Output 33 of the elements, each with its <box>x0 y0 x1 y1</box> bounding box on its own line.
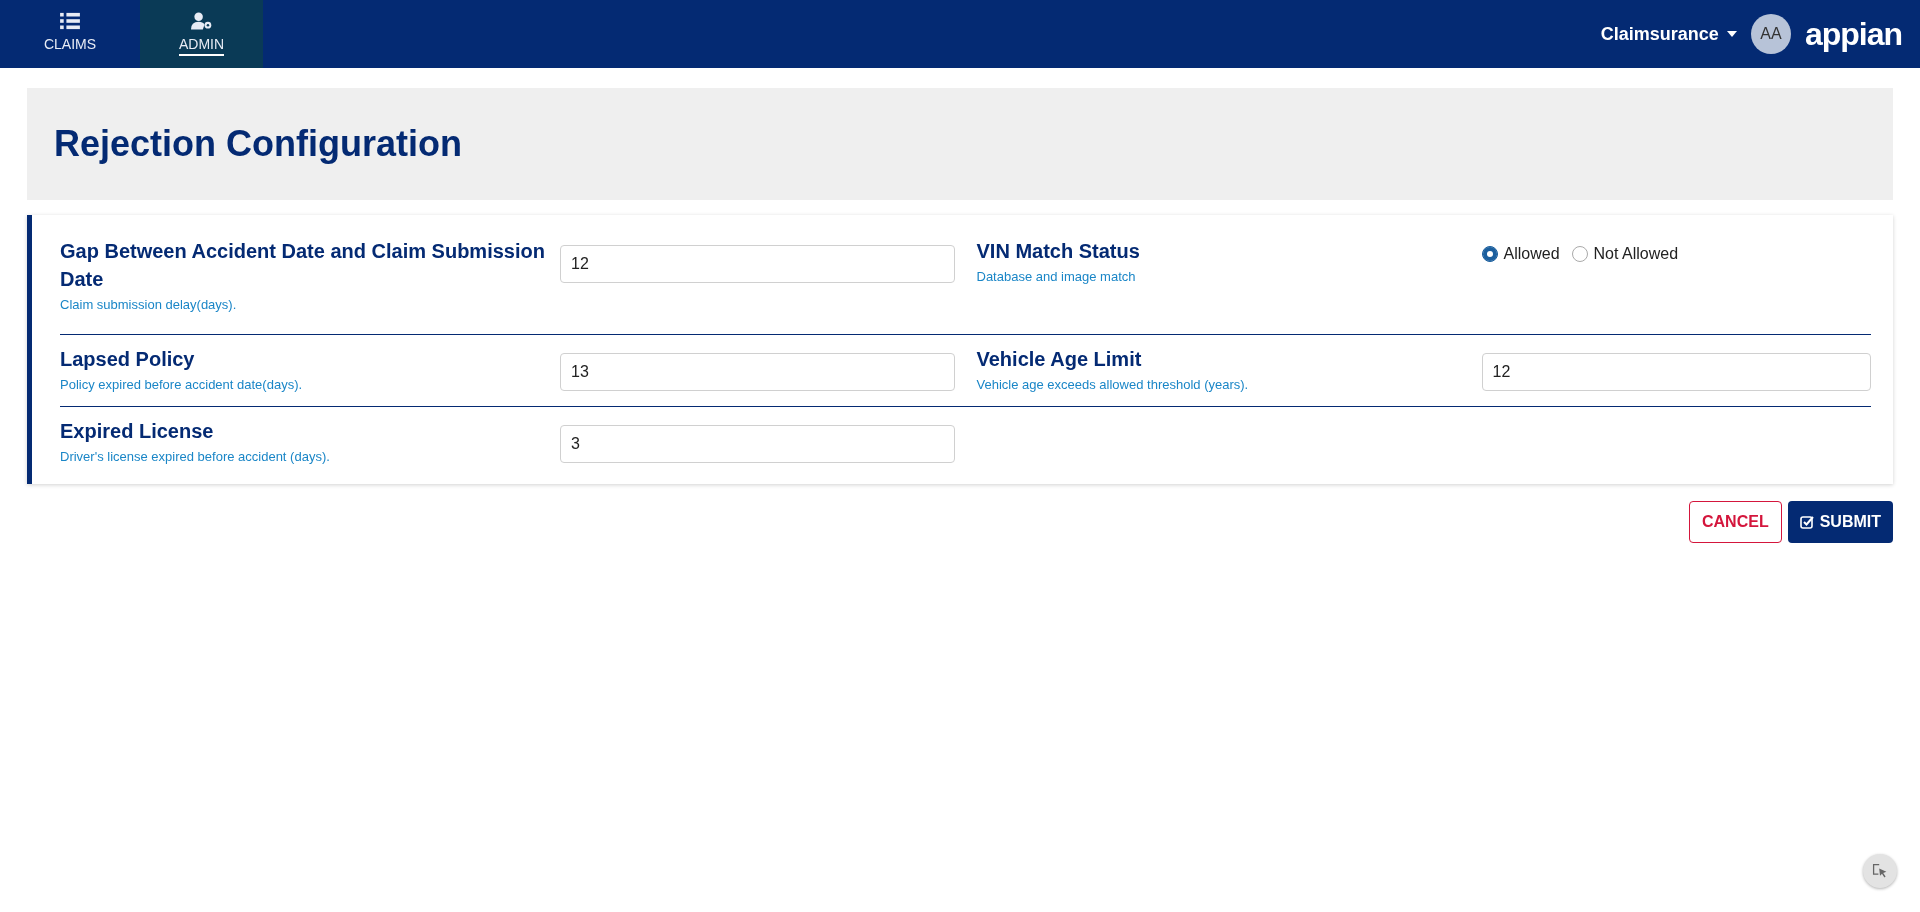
radio-label: Not Allowed <box>1593 245 1679 263</box>
number-input-field[interactable]: 3 <box>560 425 955 463</box>
nav-tab[interactable]: CLAIMS <box>0 0 140 68</box>
user-gear-icon <box>190 12 213 30</box>
logo: appian <box>1804 18 1902 50</box>
field-label: Vehicle Age Limit <box>976 347 1143 372</box>
field-hint: Claim submission delay(days). <box>60 297 238 312</box>
radio-option[interactable]: Not Allowed <box>1571 245 1679 263</box>
radio-option[interactable]: Allowed <box>1481 245 1560 263</box>
cursor-select-icon <box>1872 863 1888 879</box>
field-hint: Driver's license expired before accident (days). <box>60 449 331 464</box>
checkbox-icon <box>1799 515 1814 529</box>
radio-button[interactable] <box>1481 246 1498 262</box>
cancel-button[interactable]: CANCEL <box>1689 501 1782 543</box>
site-menu[interactable]: Claimsurance <box>1600 23 1737 45</box>
field-label: Gap Between Accident Date and Claim Submission Date <box>60 239 546 292</box>
field-label: Lapsed Policy <box>60 347 196 372</box>
field-label: Expired License <box>60 419 215 444</box>
field-hint: Vehicle age exceeds allowed threshold (years). <box>976 377 1250 392</box>
submit-button[interactable]: SUBMIT <box>1787 501 1893 543</box>
user-avatar[interactable]: AA <box>1750 14 1791 54</box>
number-input-field[interactable]: 13 <box>560 353 955 391</box>
field-hint: Database and image match <box>976 269 1137 284</box>
number-input-field[interactable]: 12 <box>560 245 955 283</box>
nav-tab[interactable]: ADMIN <box>140 0 263 68</box>
radio-label: Allowed <box>1503 245 1560 263</box>
number-input-field[interactable]: 12 <box>1481 353 1871 391</box>
field-label: VIN Match Status <box>976 239 1141 264</box>
field-hint: Policy expired before accident date(days). <box>60 377 304 392</box>
page-title: Rejection Configuration <box>54 123 462 165</box>
list-icon <box>59 12 81 30</box>
caret-icon <box>1726 31 1737 37</box>
cursor-select-button[interactable] <box>1863 854 1897 888</box>
